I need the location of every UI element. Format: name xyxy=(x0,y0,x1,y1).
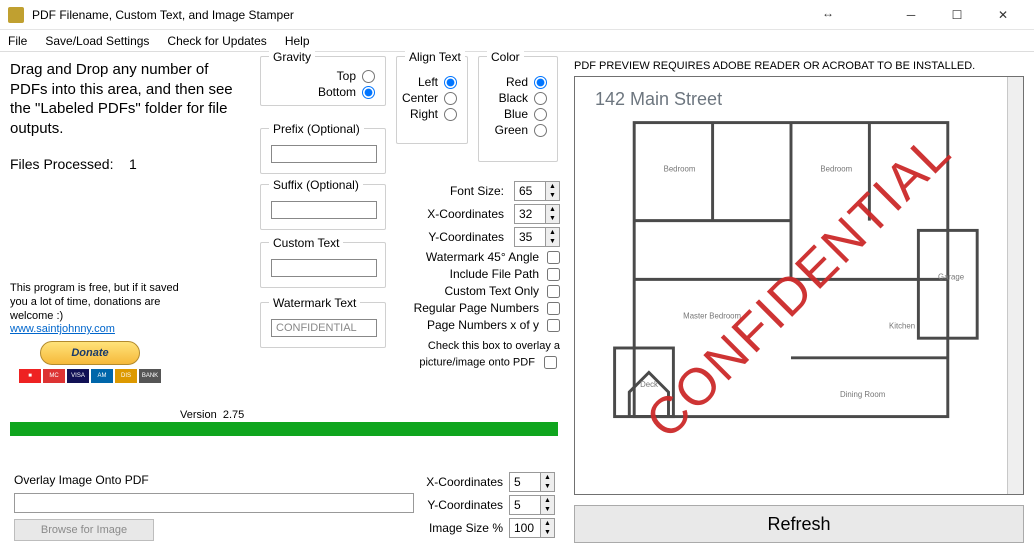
overlay-image-path[interactable] xyxy=(14,493,414,513)
overlay-x-spin[interactable]: ▲▼ xyxy=(509,472,555,492)
menu-file[interactable]: File xyxy=(8,34,27,48)
version-label: Version 2.75 xyxy=(180,409,244,421)
window-title: PDF Filename, Custom Text, and Image Sta… xyxy=(32,8,888,22)
color-group: Color Red Black Blue Green xyxy=(478,56,558,162)
align-right[interactable]: Right xyxy=(407,107,457,121)
color-red[interactable]: Red xyxy=(489,75,547,89)
menu-help[interactable]: Help xyxy=(285,34,310,48)
browse-image-button[interactable]: Browse for Image xyxy=(14,519,154,541)
donate-button[interactable]: Donate xyxy=(40,341,140,365)
color-blue[interactable]: Blue xyxy=(489,107,547,121)
gravity-bottom[interactable]: Bottom xyxy=(271,85,375,99)
overlay-size-spin[interactable]: ▲▼ xyxy=(509,518,555,538)
custom-text-input[interactable] xyxy=(271,259,377,277)
y-coord-spin[interactable]: ▲▼ xyxy=(514,227,560,247)
gravity-group: Gravity Top Bottom xyxy=(260,56,386,106)
color-black[interactable]: Black xyxy=(489,91,547,105)
maximize-button[interactable]: ☐ xyxy=(934,0,980,30)
prefix-group: Prefix (Optional) xyxy=(260,128,386,174)
watermark-group: Watermark Text xyxy=(260,302,386,348)
chk-angle[interactable] xyxy=(547,251,560,264)
x-coord-spin[interactable]: ▲▼ xyxy=(514,204,560,224)
refresh-button[interactable]: Refresh xyxy=(574,505,1024,543)
chk-overlay-image[interactable] xyxy=(544,356,557,369)
minimize-button[interactable]: ─ xyxy=(888,0,934,30)
preview-note: PDF PREVIEW REQUIRES ADOBE READER OR ACR… xyxy=(574,60,1024,72)
align-left[interactable]: Left xyxy=(407,75,457,89)
restore-window-icon[interactable]: ↔ xyxy=(822,6,834,20)
color-green[interactable]: Green xyxy=(489,123,547,137)
prefix-input[interactable] xyxy=(271,145,377,163)
menu-saveload[interactable]: Save/Load Settings xyxy=(45,34,149,48)
chk-xofy[interactable] xyxy=(547,319,560,332)
suffix-input[interactable] xyxy=(271,201,377,219)
donation-link[interactable]: www.saintjohnny.com xyxy=(10,323,115,335)
chk-custom[interactable] xyxy=(547,285,560,298)
app-icon xyxy=(8,7,24,23)
gravity-top[interactable]: Top xyxy=(271,69,375,83)
close-button[interactable]: ✕ xyxy=(980,0,1026,30)
font-size-spin[interactable]: ▲▼ xyxy=(514,181,560,201)
svg-text:Garage: Garage xyxy=(938,272,964,281)
chk-pages[interactable] xyxy=(547,302,560,315)
align-group: Align Text Left Center Right xyxy=(396,56,468,144)
pdf-preview: 142 Main Street Bedroom Bedroom xyxy=(574,76,1024,495)
svg-text:Dining Room: Dining Room xyxy=(840,390,885,399)
svg-text:Kitchen: Kitchen xyxy=(889,321,915,330)
donate-block: Donate ■ MC VISA AM DIS BANK xyxy=(10,341,170,383)
svg-text:Bedroom: Bedroom xyxy=(664,165,696,174)
svg-text:Bedroom: Bedroom xyxy=(820,165,852,174)
custom-text-group: Custom Text xyxy=(260,242,386,288)
chk-path[interactable] xyxy=(547,268,560,281)
suffix-group: Suffix (Optional) xyxy=(260,184,386,230)
watermark-input[interactable] xyxy=(271,319,377,337)
align-center[interactable]: Center xyxy=(407,91,457,105)
progress-bar xyxy=(10,422,558,436)
donation-blurb: This program is free, but if it saved yo… xyxy=(10,282,180,337)
preview-scrollbar[interactable] xyxy=(1007,77,1023,494)
payment-cards: ■ MC VISA AM DIS BANK xyxy=(10,369,170,383)
menu-updates[interactable]: Check for Updates xyxy=(167,34,266,48)
overlay-y-spin[interactable]: ▲▼ xyxy=(509,495,555,515)
drop-message: Drag and Drop any number of PDFs into th… xyxy=(10,60,240,138)
